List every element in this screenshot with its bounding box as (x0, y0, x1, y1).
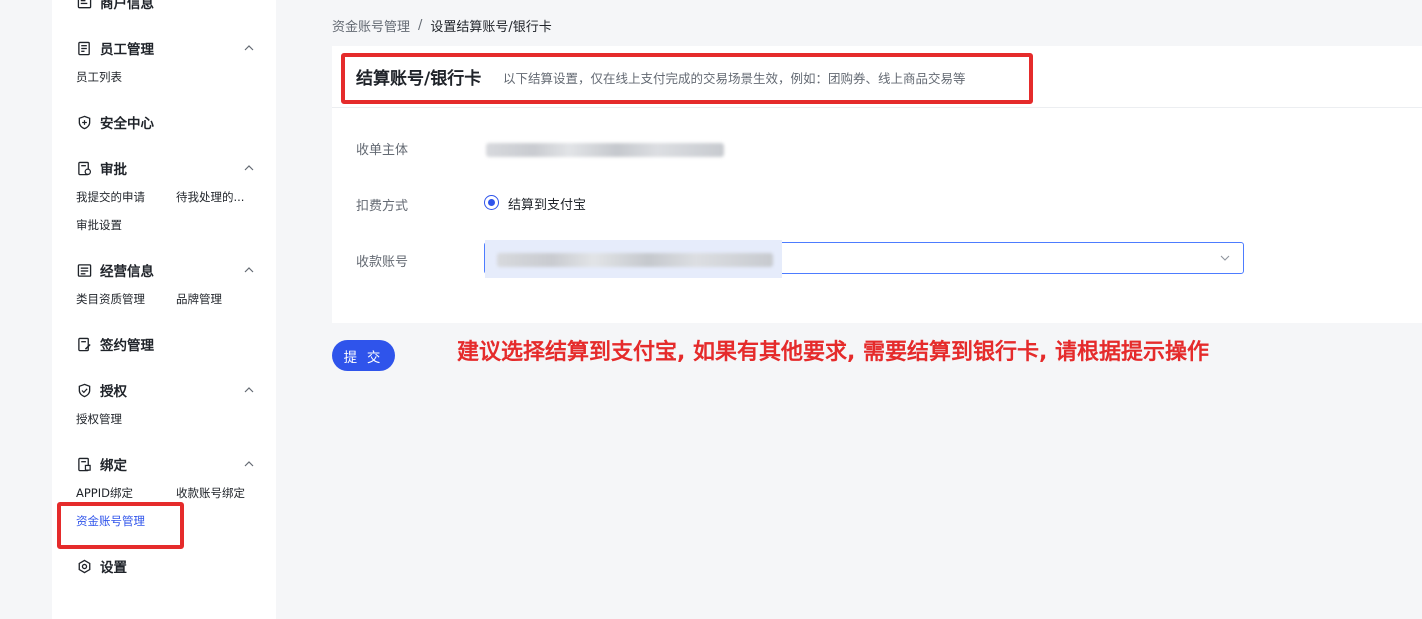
id-card-icon (76, 0, 92, 10)
sidebar-group-label: 商户信息 (100, 0, 154, 12)
sidebar-group-label: 安全中心 (100, 116, 154, 132)
deduct-method-label: 扣费方式 (356, 199, 409, 214)
sidebar-group-binding[interactable]: 绑定 (76, 454, 256, 474)
annotation-box-title (341, 53, 1033, 104)
submit-button[interactable]: 提 交 (332, 340, 395, 371)
sidebar-group-merchant[interactable]: 商户信息 (76, 0, 256, 12)
staff-list-icon (76, 40, 92, 56)
sidebar-item-my-requests[interactable]: 我提交的申请 (76, 189, 145, 205)
sidebar-group-label: 经营信息 (100, 264, 154, 280)
sidebar-group-label: 审批 (100, 162, 127, 178)
sidebar-group-settings[interactable]: 设置 (76, 556, 256, 576)
sidebar-group-business[interactable]: 经营信息 (76, 260, 256, 280)
sidebar-item-approval-settings[interactable]: 审批设置 (76, 217, 122, 233)
shield-icon (76, 114, 92, 130)
sidebar-item-staff-list[interactable]: 员工列表 (76, 69, 122, 85)
receiving-account-value-blurred (497, 253, 773, 267)
sidebar-item-pending[interactable]: 待我处理的... (176, 189, 244, 205)
sidebar-group-auth[interactable]: 授权 (76, 380, 256, 400)
sidebar-item-auth-manage[interactable]: 授权管理 (76, 411, 122, 427)
shield-check-icon (76, 382, 92, 398)
sidebar-group-staff[interactable]: 员工管理 (76, 38, 256, 58)
annotation-box-sidebar (57, 502, 184, 549)
approval-doc-icon (76, 160, 92, 176)
payee-entity-value-blurred (486, 143, 724, 157)
chevron-down-icon (1220, 255, 1230, 261)
sidebar-item-payee-account-binding[interactable]: 收款账号绑定 (176, 485, 245, 501)
sidebar-item-category-qualification[interactable]: 类目资质管理 (76, 291, 145, 307)
chevron-up-icon[interactable] (242, 161, 256, 175)
sidebar-group-label: 授权 (100, 384, 127, 400)
chevron-up-icon[interactable] (242, 383, 256, 397)
annotation-note: 建议选择结算到支付宝, 如果有其他要求, 需要结算到银行卡, 请根据提示操作 (457, 340, 1210, 365)
payee-entity-label: 收单主体 (356, 143, 409, 158)
sidebar-group-label: 签约管理 (100, 338, 154, 354)
breadcrumb-parent[interactable]: 资金账号管理 (332, 16, 410, 35)
sidebar-item-brand[interactable]: 品牌管理 (176, 291, 222, 307)
deduct-alipay-radio[interactable] (484, 195, 499, 210)
binding-doc-icon (76, 456, 92, 472)
chevron-up-icon[interactable] (242, 263, 256, 277)
contract-icon (76, 336, 92, 352)
breadcrumb-separator: / (418, 18, 423, 33)
breadcrumb: 资金账号管理 / 设置结算账号/银行卡 (332, 16, 552, 35)
chevron-up-icon[interactable] (242, 457, 256, 471)
sidebar-group-label: 设置 (100, 560, 127, 576)
sidebar-group-contract[interactable]: 签约管理 (76, 334, 256, 354)
business-info-icon (76, 262, 92, 278)
breadcrumb-current: 设置结算账号/银行卡 (430, 20, 552, 35)
deduct-alipay-label[interactable]: 结算到支付宝 (508, 194, 586, 213)
sidebar-group-label: 员工管理 (100, 42, 154, 58)
sidebar-item-appid-binding[interactable]: APPID绑定 (76, 485, 133, 501)
sidebar-group-approval[interactable]: 审批 (76, 158, 256, 178)
gear-icon (76, 558, 92, 574)
sidebar-group-security[interactable]: 安全中心 (76, 112, 256, 132)
settlement-form-card (332, 108, 1422, 323)
receiving-account-label: 收款账号 (356, 255, 409, 270)
sidebar-group-label: 绑定 (100, 458, 127, 474)
chevron-up-icon[interactable] (242, 41, 256, 55)
